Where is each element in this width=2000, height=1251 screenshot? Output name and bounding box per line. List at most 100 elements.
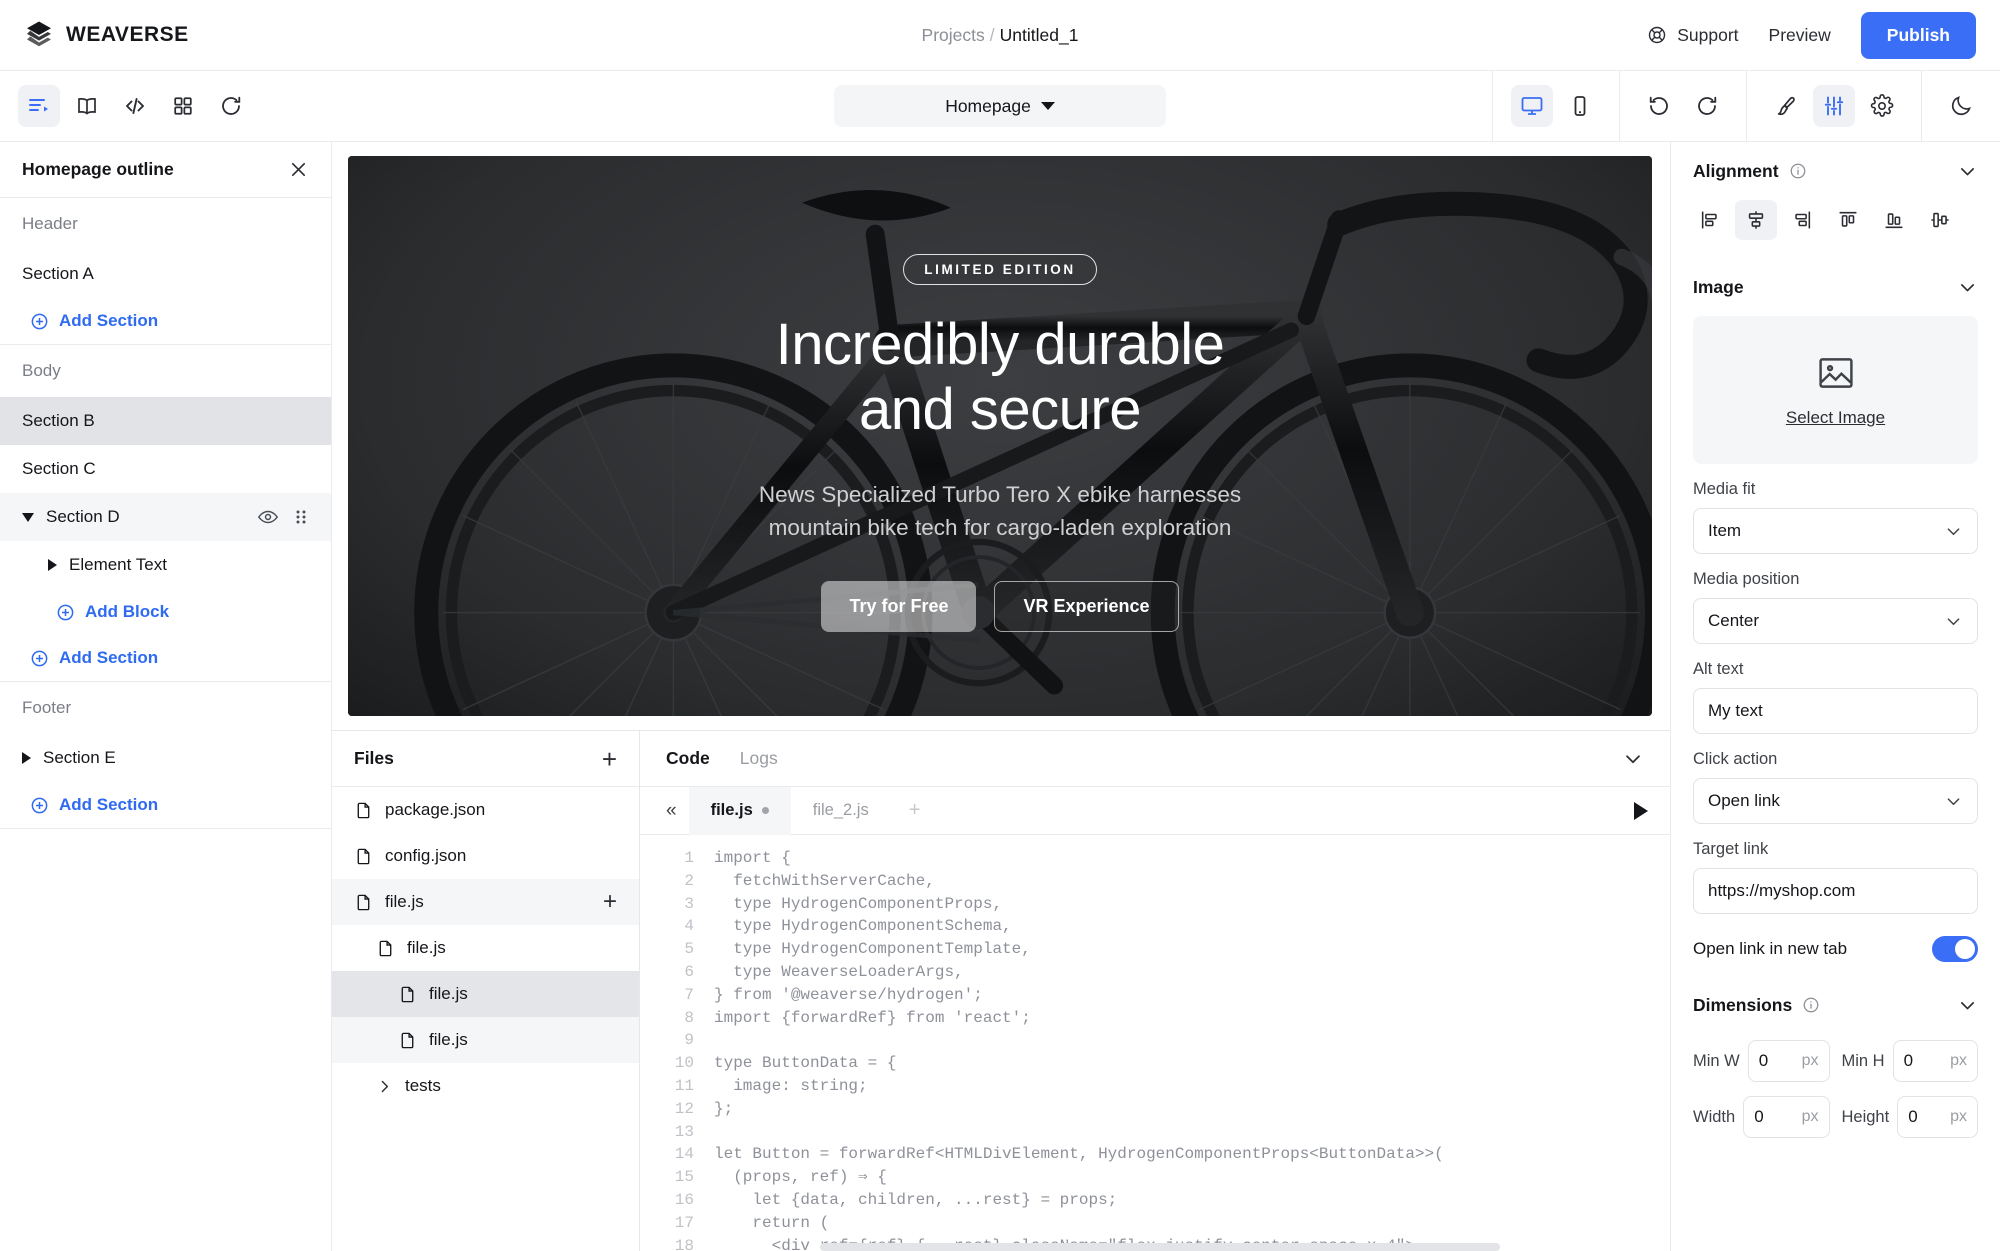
pages-book-icon[interactable]: [66, 85, 108, 127]
target-link-input[interactable]: https://myshop.com: [1693, 868, 1978, 914]
undo-icon[interactable]: [1638, 85, 1680, 127]
file-icon: [376, 939, 395, 958]
add-section-button-body[interactable]: Add Section: [0, 635, 331, 681]
outline-icon[interactable]: [18, 85, 60, 127]
sidebar-item-element-text[interactable]: Element Text: [0, 541, 331, 589]
scrollbar-thumb[interactable]: [820, 1243, 1500, 1251]
list-item[interactable]: package.json: [332, 787, 639, 833]
media-position-select[interactable]: Center: [1693, 598, 1978, 644]
preview-button[interactable]: Preview: [1769, 25, 1831, 46]
height-input[interactable]: 0 px: [1897, 1096, 1978, 1138]
page-selector[interactable]: Homepage: [834, 85, 1166, 127]
list-item[interactable]: file.js +: [332, 879, 639, 925]
media-fit-select[interactable]: Item: [1693, 508, 1978, 554]
chevron-right-icon[interactable]: [22, 752, 31, 764]
mobile-icon[interactable]: [1559, 85, 1601, 127]
editor-tab-file-js[interactable]: file.js: [688, 786, 791, 835]
sidebar-item-section-c[interactable]: Section C: [0, 445, 331, 493]
new-tab-icon[interactable]: +: [891, 799, 939, 822]
list-item[interactable]: config.json: [332, 833, 639, 879]
tab-code[interactable]: Code: [666, 748, 710, 769]
list-item[interactable]: file.js: [332, 925, 639, 971]
close-icon[interactable]: [288, 159, 309, 180]
code-line: 5 type HydrogenComponentTemplate,: [640, 938, 1670, 961]
open-new-tab-toggle[interactable]: [1932, 936, 1978, 962]
sidebar-item-section-d[interactable]: Section D: [0, 493, 331, 541]
add-child-file-icon[interactable]: +: [603, 890, 617, 914]
min-width-label: Min W: [1693, 1051, 1740, 1070]
add-section-button-header[interactable]: Add Section: [0, 298, 331, 344]
align-left-icon[interactable]: [1689, 200, 1731, 240]
chevron-down-icon[interactable]: [1957, 277, 1978, 298]
page-canvas[interactable]: LIMITED EDITION Incredibly durable and s…: [348, 156, 1652, 716]
code-editor[interactable]: 1 import { 2 fetchWithServerCache, 3 type…: [640, 835, 1670, 1251]
media-position-label: Media position: [1693, 570, 1800, 588]
min-width-value: 0: [1758, 1051, 1769, 1070]
align-center-vertical-icon[interactable]: [1919, 200, 1961, 240]
editor-tab-file-2-js[interactable]: file_2.js: [791, 787, 891, 835]
line-content: type HydrogenComponentSchema,: [714, 917, 1012, 936]
list-item[interactable]: file.js: [332, 1017, 639, 1063]
toolbar-left-group: [0, 71, 270, 141]
align-bottom-icon[interactable]: [1873, 200, 1915, 240]
alt-text-value: My text: [1708, 701, 1763, 720]
top-bar: WEAVERSE Projects / Untitled_1 Support Pre…: [0, 0, 2000, 71]
width-input[interactable]: 0 px: [1743, 1096, 1830, 1138]
try-for-free-button[interactable]: Try for Free: [821, 580, 977, 632]
chevron-right-icon[interactable]: [48, 559, 57, 571]
sidebar-item-section-a[interactable]: Section A: [0, 250, 331, 298]
outline-item-label: Section C: [22, 459, 96, 478]
add-file-icon[interactable]: +: [602, 746, 617, 772]
breadcrumb-projects[interactable]: Projects: [922, 25, 985, 45]
code-icon[interactable]: [114, 85, 156, 127]
sidebar-item-section-b[interactable]: Section B: [0, 397, 331, 445]
list-item[interactable]: tests: [332, 1063, 639, 1109]
info-icon[interactable]: [1802, 996, 1820, 1014]
line-number: 3: [684, 894, 694, 913]
info-icon[interactable]: [1789, 162, 1807, 180]
outline-item-label: Section B: [22, 411, 95, 430]
theme-moon-icon[interactable]: [1940, 85, 1982, 127]
add-section-button-footer[interactable]: Add Section: [0, 782, 331, 828]
redo-icon[interactable]: [1686, 85, 1728, 127]
alt-text-input[interactable]: My text: [1693, 688, 1978, 734]
desktop-icon[interactable]: [1511, 85, 1553, 127]
support-button[interactable]: Support: [1647, 25, 1739, 46]
min-height-input[interactable]: 0 px: [1892, 1040, 1978, 1082]
add-block-button[interactable]: Add Block: [0, 589, 331, 635]
chevron-down-icon[interactable]: [22, 512, 34, 522]
alignment-title: Alignment: [1693, 160, 1779, 181]
scroll-tabs-left-icon[interactable]: «: [654, 800, 689, 822]
run-code-icon[interactable]: [1634, 801, 1648, 820]
min-width-input[interactable]: 0 px: [1747, 1040, 1830, 1082]
tab-logs[interactable]: Logs: [740, 748, 778, 769]
select-image-dropzone[interactable]: Select Image: [1693, 316, 1978, 464]
grid-icon[interactable]: [162, 85, 204, 127]
brand[interactable]: WEAVERSE: [24, 20, 189, 50]
eye-icon[interactable]: [257, 506, 279, 528]
editor-horizontal-scrollbar[interactable]: [640, 1243, 1670, 1251]
chevron-right-icon[interactable]: [376, 1078, 393, 1095]
outline-panel: Homepage outline Header Section A Add Se…: [0, 142, 332, 1251]
align-center-horizontal-icon[interactable]: [1735, 200, 1777, 240]
chevron-down-icon[interactable]: [1957, 161, 1978, 182]
publish-button[interactable]: Publish: [1860, 11, 1976, 59]
add-block-label: Add Block: [85, 602, 170, 621]
align-right-icon[interactable]: [1781, 200, 1823, 240]
sidebar-item-section-e[interactable]: Section E: [0, 734, 331, 782]
drag-handle-icon[interactable]: [293, 506, 309, 528]
line-content: import {: [714, 849, 791, 867]
list-item[interactable]: file.js: [332, 971, 639, 1017]
align-top-icon[interactable]: [1827, 200, 1869, 240]
collapse-panel-icon[interactable]: [1622, 748, 1644, 770]
brush-icon[interactable]: [1765, 85, 1807, 127]
line-number: 17: [674, 1213, 694, 1232]
gear-icon[interactable]: [1861, 85, 1903, 127]
history-icon[interactable]: [210, 85, 252, 127]
line-number: 15: [674, 1168, 694, 1187]
breadcrumb-current[interactable]: Untitled_1: [1000, 25, 1079, 45]
chevron-down-icon[interactable]: [1957, 995, 1978, 1016]
vr-experience-button[interactable]: VR Experience: [994, 580, 1179, 632]
sliders-icon[interactable]: [1813, 85, 1855, 127]
click-action-select[interactable]: Open link: [1693, 778, 1978, 824]
